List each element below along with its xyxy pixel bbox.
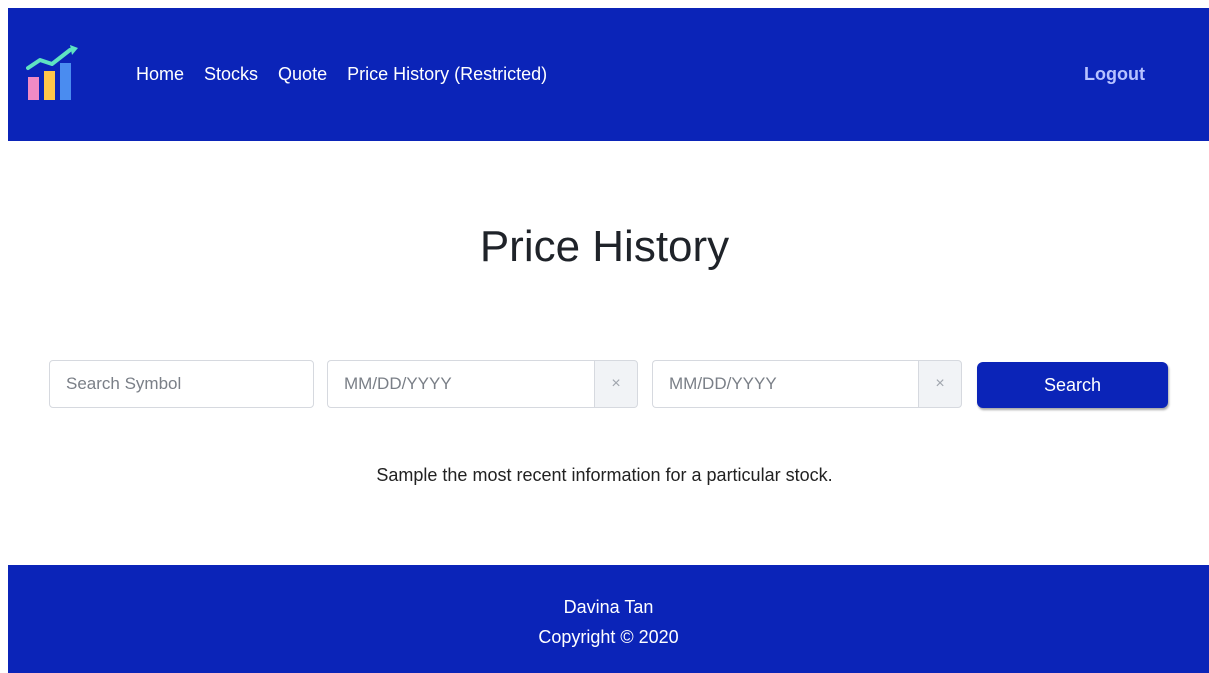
page-description: Sample the most recent information for a…: [376, 465, 833, 485]
start-date-clear-button[interactable]: ×: [594, 360, 638, 408]
footer: Davina Tan Copyright © 2020: [8, 565, 1209, 673]
start-date-input[interactable]: [328, 361, 594, 407]
footer-content: Davina Tan Copyright © 2020: [8, 592, 1209, 652]
symbol-search-field: [49, 360, 314, 408]
chart-logo-icon[interactable]: [26, 44, 82, 102]
end-date-group: ×: [652, 360, 962, 408]
footer-author: Davina Tan: [563, 597, 654, 617]
nav-link-stocks[interactable]: Stocks: [204, 64, 258, 85]
start-date-field: [327, 360, 594, 408]
search-button[interactable]: Search: [977, 362, 1168, 408]
logout-link[interactable]: Logout: [1084, 8, 1145, 141]
symbol-search-input[interactable]: [50, 361, 313, 407]
nav-link-quote[interactable]: Quote: [278, 64, 327, 85]
nav-link-home[interactable]: Home: [136, 64, 184, 85]
page: Home Stocks Quote Price History (Restric…: [0, 0, 1209, 673]
end-date-input[interactable]: [653, 361, 918, 407]
nav-link-price-history[interactable]: Price History (Restricted): [347, 64, 547, 85]
footer-copyright: Copyright © 2020: [538, 627, 679, 647]
navbar: Home Stocks Quote Price History (Restric…: [8, 8, 1209, 141]
page-title: Price History: [479, 222, 730, 271]
start-date-group: ×: [327, 360, 638, 408]
end-date-field: [652, 360, 918, 408]
nav-links: Home Stocks Quote Price History (Restric…: [136, 8, 567, 141]
end-date-clear-button[interactable]: ×: [918, 360, 962, 408]
